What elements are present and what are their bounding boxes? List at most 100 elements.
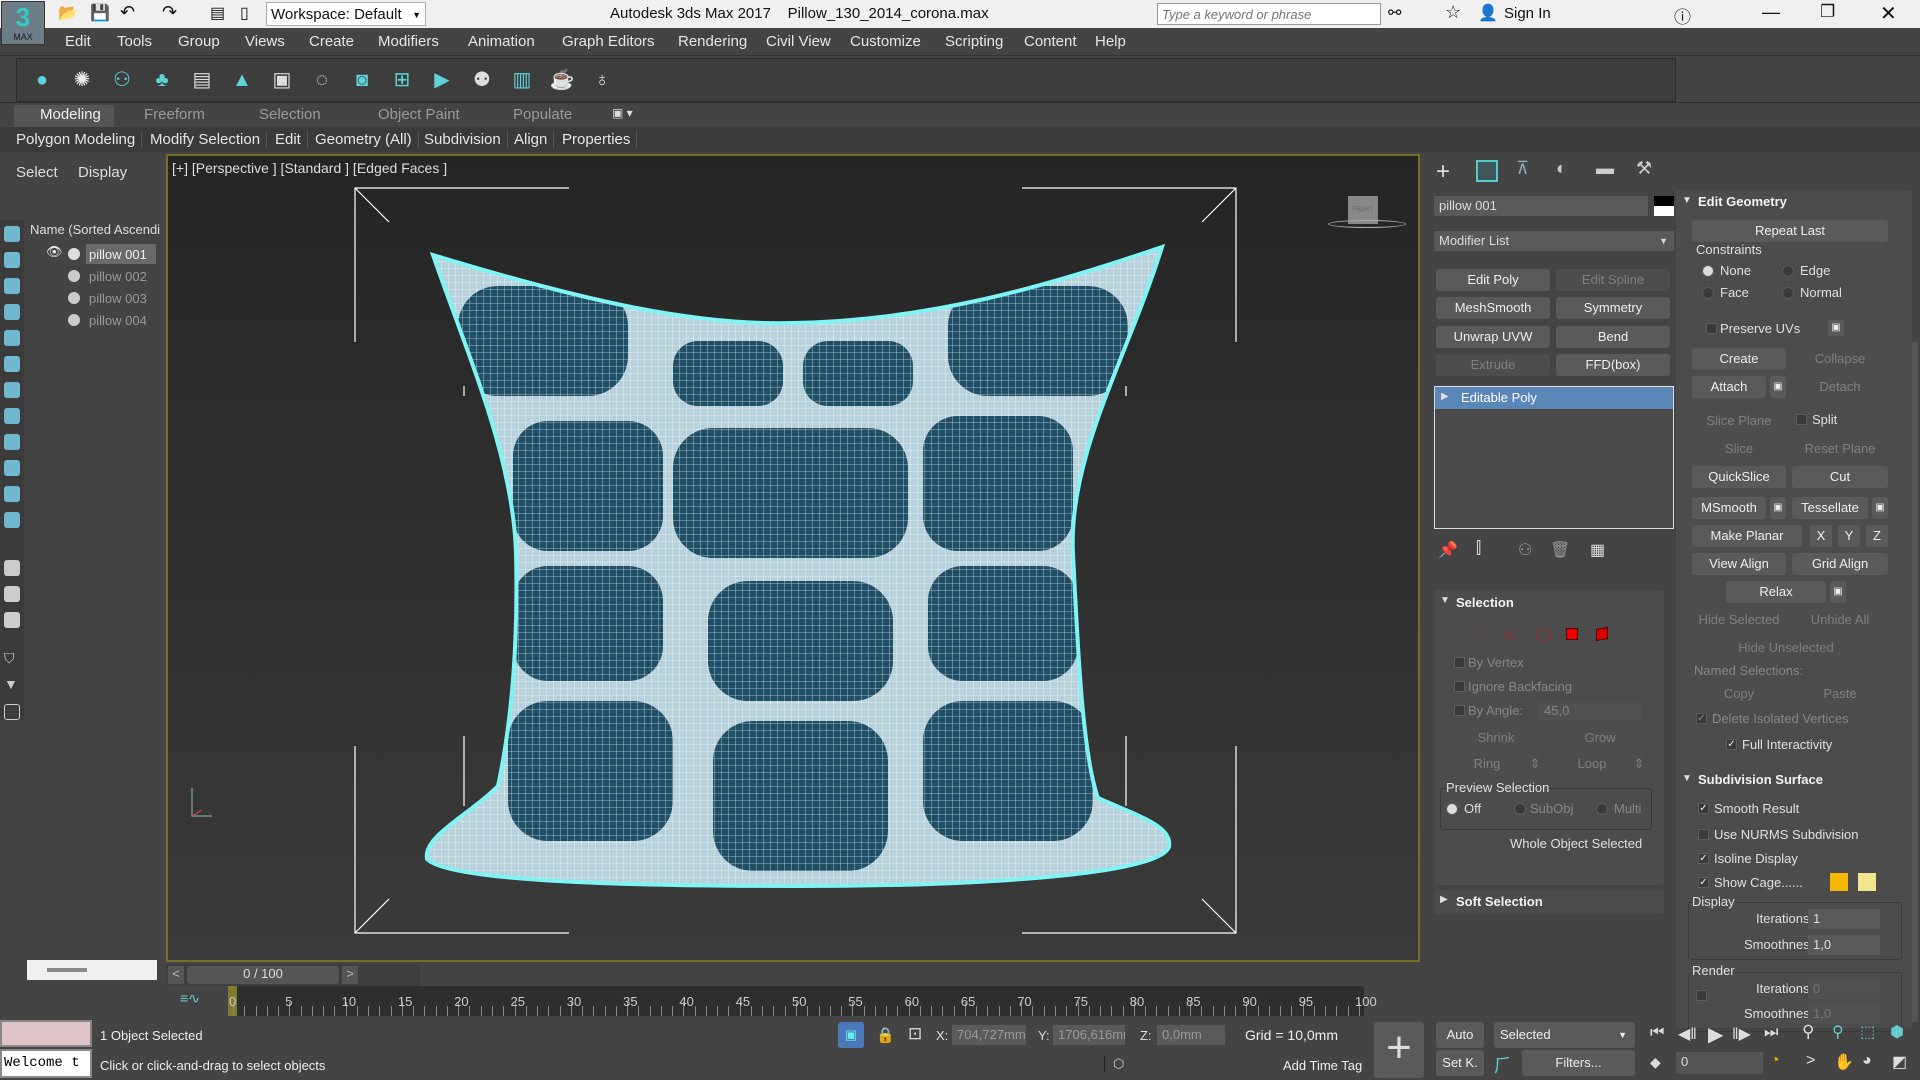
unwrap-uvw-button[interactable]: Unwrap UVW: [1436, 326, 1550, 348]
redo-icon[interactable]: ↷: [162, 2, 177, 23]
next-frame-button[interactable]: >: [342, 966, 358, 984]
ring-spinner[interactable]: ⇕: [1528, 753, 1542, 775]
display-tab-icon[interactable]: ▬: [1596, 158, 1614, 179]
object-color-swatch[interactable]: [1654, 196, 1674, 216]
binoculars-icon[interactable]: ⚯: [1388, 3, 1401, 23]
repeat-last-button[interactable]: Repeat Last: [1692, 220, 1888, 242]
visibility-eye-icon[interactable]: 👁: [46, 244, 63, 260]
filter-hidden-icon[interactable]: [4, 512, 20, 528]
meshsmooth-button[interactable]: MeshSmooth: [1436, 297, 1550, 319]
filter-helpers-icon[interactable]: [4, 330, 20, 346]
command-panel-scrollbar[interactable]: [1912, 342, 1918, 1022]
constraint-edge-radio[interactable]: [1782, 265, 1794, 277]
vertex-mode-icon[interactable]: ⁖: [1468, 626, 1476, 642]
close-button[interactable]: ✕: [1880, 1, 1897, 26]
create-button[interactable]: Create: [1692, 348, 1786, 370]
key-filter-dropdown[interactable]: Selected ▼: [1494, 1022, 1635, 1048]
help-icon[interactable]: ⓘ: [1674, 3, 1691, 28]
menu-graph-editors[interactable]: Graph Editors: [562, 33, 655, 50]
key-filters-button[interactable]: Filters...: [1522, 1050, 1635, 1076]
prev-frame-button[interactable]: <: [168, 966, 184, 984]
render-frame-icon[interactable]: ⊞: [389, 67, 415, 93]
collapse-triangle-icon[interactable]: ▼: [1440, 595, 1450, 606]
filter-containers-icon[interactable]: [4, 460, 20, 476]
sign-in-link[interactable]: Sign In: [1504, 5, 1551, 22]
list-item[interactable]: pillow 003: [30, 288, 160, 310]
use-nurms-checkbox[interactable]: [1698, 829, 1709, 840]
x-coordinate[interactable]: 704,727mm: [952, 1025, 1026, 1045]
split-checkbox[interactable]: [1796, 414, 1807, 425]
filter-bones-icon[interactable]: [4, 434, 20, 450]
motion-tab-icon[interactable]: ◐: [1556, 158, 1567, 179]
attach-settings-button[interactable]: ▣: [1770, 376, 1786, 398]
by-vertex-checkbox[interactable]: [1454, 657, 1465, 668]
menu-help[interactable]: Help: [1095, 33, 1126, 50]
smoothness-spinner[interactable]: 1,0: [1808, 935, 1880, 955]
hierarchy-tab-icon[interactable]: ⊼: [1516, 158, 1529, 179]
menu-animation[interactable]: Animation: [468, 33, 535, 50]
menu-civil-view[interactable]: Civil View: [766, 33, 831, 50]
maximize-viewport-icon[interactable]: ◩: [1892, 1052, 1907, 1072]
loop-spinner[interactable]: ⇕: [1632, 753, 1646, 775]
render-iterations-spinner[interactable]: 0: [1808, 979, 1880, 999]
funnel-icon[interactable]: ⛉: [4, 650, 20, 666]
time-slider[interactable]: < 0 / 100 >: [166, 964, 420, 986]
funnel-icon[interactable]: ▼: [4, 676, 20, 692]
maxscript-listener-pink[interactable]: [0, 1020, 92, 1047]
workspace-dropdown[interactable]: Workspace: Default ▼: [266, 2, 426, 26]
filter-lights-icon[interactable]: [4, 278, 20, 294]
isolate-selection-icon[interactable]: ▣: [838, 1022, 864, 1048]
symmetry-button[interactable]: Symmetry: [1556, 297, 1670, 319]
loop-button[interactable]: Loop: [1554, 753, 1630, 775]
list-item[interactable]: pillow 002: [30, 266, 160, 288]
app-menu-button[interactable]: 3 MAX: [1, 1, 45, 45]
time-configuration-icon[interactable]: ◔: [1770, 1052, 1780, 1070]
object-name-input[interactable]: pillow 001: [1434, 196, 1648, 216]
menu-rendering[interactable]: Rendering: [678, 33, 747, 50]
undo-icon[interactable]: ↶: [120, 2, 135, 23]
copy-button[interactable]: Copy: [1692, 683, 1786, 705]
isoline-display-checkbox[interactable]: ✓: [1698, 853, 1709, 864]
panel-icon[interactable]: ▥: [509, 67, 535, 93]
constraint-face-radio[interactable]: [1702, 287, 1714, 299]
layer-field[interactable]: [27, 960, 157, 980]
tessellate-button[interactable]: Tessellate: [1792, 497, 1868, 519]
list-item[interactable]: pillow 004: [30, 310, 160, 332]
time-slider-thumb[interactable]: 0 / 100: [187, 966, 339, 984]
tab-modeling-label[interactable]: Modeling: [40, 106, 101, 123]
tab-object-paint[interactable]: Object Paint: [378, 106, 460, 123]
menu-scripting[interactable]: Scripting: [945, 33, 1003, 50]
play-icon[interactable]: ▶: [1708, 1022, 1723, 1047]
camera-add-icon[interactable]: ⚉: [469, 67, 495, 93]
remove-modifier-icon[interactable]: 🗑: [1550, 540, 1570, 560]
subdivision-surface-title[interactable]: Subdivision Surface: [1698, 772, 1823, 787]
hide-selected-button[interactable]: Hide Selected: [1692, 609, 1786, 631]
tree-icon[interactable]: ▲: [229, 67, 255, 93]
ribbon-geometry-all[interactable]: Geometry (All): [315, 131, 419, 148]
preserve-uvs-settings-button[interactable]: ▣: [1828, 320, 1844, 336]
pan-icon[interactable]: ✋: [1834, 1052, 1854, 1072]
list-item[interactable]: 👁 pillow 001: [30, 244, 160, 266]
curve-editor-icon[interactable]: ≡∿: [180, 990, 200, 1007]
ribbon-modify-selection[interactable]: Modify Selection: [150, 131, 268, 148]
slice-plane-button[interactable]: Slice Plane: [1692, 410, 1786, 432]
detach-button[interactable]: Detach: [1792, 376, 1888, 398]
grid-align-button[interactable]: Grid Align: [1792, 553, 1888, 575]
open-icon[interactable]: 📂: [58, 3, 78, 23]
constraint-none-radio[interactable]: [1702, 265, 1714, 277]
trees-icon[interactable]: ♣: [149, 67, 175, 93]
light-bulb-icon[interactable]: ●: [29, 67, 55, 93]
lock-icon[interactable]: 🔒: [876, 1026, 895, 1044]
ignore-backfacing-checkbox[interactable]: [1454, 681, 1465, 692]
by-angle-checkbox[interactable]: [1454, 705, 1465, 716]
filter-shapes-icon[interactable]: [4, 252, 20, 268]
planar-x-button[interactable]: X: [1810, 525, 1832, 547]
tree-frame-icon[interactable]: ▣: [269, 67, 295, 93]
relax-settings-button[interactable]: ▣: [1830, 581, 1846, 603]
polygon-mode-icon[interactable]: [1566, 628, 1578, 640]
constraint-normal-radio[interactable]: [1782, 287, 1794, 299]
filter-none-icon[interactable]: [4, 586, 20, 602]
cage-color-swatch[interactable]: [1830, 873, 1848, 891]
menu-views[interactable]: Views: [245, 33, 285, 50]
cut-button[interactable]: Cut: [1792, 466, 1888, 488]
